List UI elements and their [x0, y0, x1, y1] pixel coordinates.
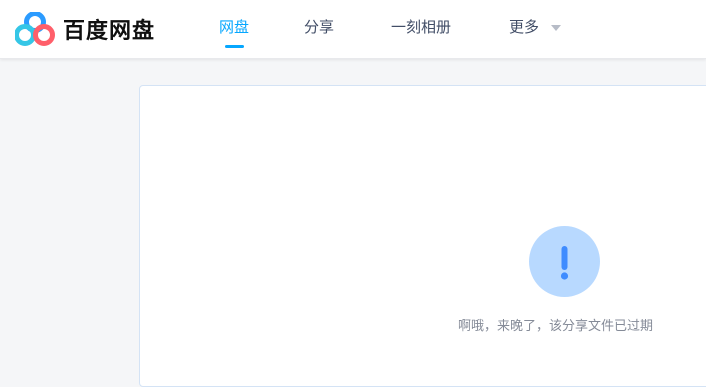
cloud-logo-icon: [15, 12, 55, 46]
exclamation-icon: [529, 226, 600, 297]
active-tab-indicator: [225, 45, 244, 48]
expired-message: 啊哦，来晚了，该分享文件已过期: [458, 319, 654, 334]
nav-tab-more[interactable]: 更多: [509, 17, 539, 37]
nav-tab-share[interactable]: 分享: [304, 17, 334, 37]
top-header: 百度网盘 网盘 分享 一刻相册 更多: [0, 0, 706, 59]
chevron-down-icon[interactable]: [551, 25, 561, 31]
nav-tab-netdisk[interactable]: 网盘: [219, 17, 249, 37]
nav-tab-photo-album[interactable]: 一刻相册: [391, 17, 451, 37]
content-panel: [139, 85, 706, 387]
baidu-netdisk-logo[interactable]: 百度网盘: [15, 11, 155, 47]
logo-text: 百度网盘: [63, 19, 156, 44]
